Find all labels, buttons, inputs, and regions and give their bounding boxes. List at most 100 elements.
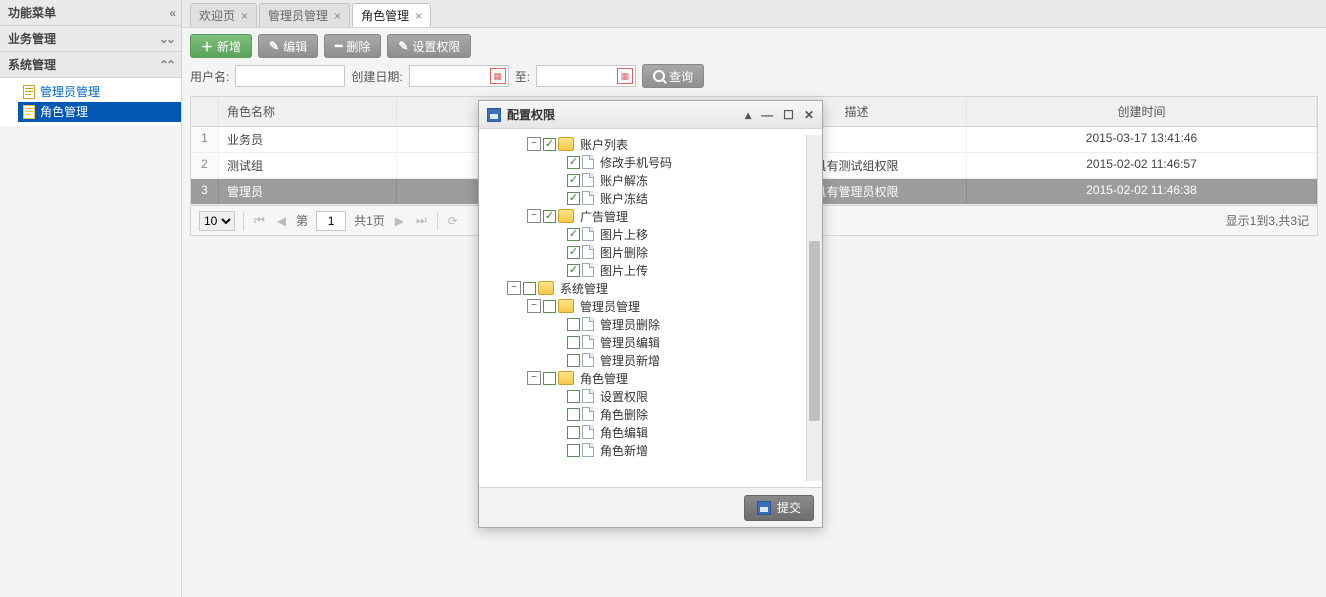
button-label: 查询 xyxy=(669,68,693,85)
sidebar-group-business[interactable]: 业务管理 ⌄⌄ xyxy=(0,26,181,52)
delete-button[interactable]: ━删除 xyxy=(324,34,381,58)
file-icon xyxy=(582,317,594,331)
page-size-select[interactable]: 10 xyxy=(199,211,235,231)
minus-icon: ━ xyxy=(335,39,342,53)
tree-label: 图片上传 xyxy=(600,262,648,279)
tree-label: 角色删除 xyxy=(600,406,648,423)
tab-welcome[interactable]: 欢迎页 × xyxy=(190,3,257,27)
sidebar-group-label: 业务管理 xyxy=(8,26,56,52)
permission-dialog: 配置权限 ▴ — ☐ ✕ −账户列表修改手机号码账户解冻账户冻结−广告管理图片上… xyxy=(478,100,823,528)
expand-toggle-icon[interactable]: − xyxy=(527,137,541,151)
refresh-button[interactable]: ⟳ xyxy=(446,214,460,228)
close-icon[interactable]: × xyxy=(415,9,422,23)
close-icon[interactable]: × xyxy=(334,9,341,23)
tree-node[interactable]: −账户列表 xyxy=(487,135,800,153)
tree-node[interactable]: 修改手机号码 xyxy=(487,153,800,171)
to-label: 至: xyxy=(515,68,530,85)
sidebar-group-system[interactable]: 系统管理 ⌃⌃ xyxy=(0,52,181,78)
checkbox[interactable] xyxy=(543,300,556,313)
tree-node[interactable]: 管理员编辑 xyxy=(487,333,800,351)
checkbox[interactable] xyxy=(567,444,580,457)
tab-role-mgmt[interactable]: 角色管理 × xyxy=(352,3,431,27)
file-icon xyxy=(582,173,594,187)
checkbox[interactable] xyxy=(567,408,580,421)
collapse-sidebar-icon[interactable]: « xyxy=(169,0,173,26)
tree-node[interactable]: 角色新增 xyxy=(487,441,800,459)
search-button[interactable]: 查询 xyxy=(642,64,704,88)
collapse-icon[interactable]: ▴ xyxy=(745,108,751,122)
expand-toggle-icon[interactable]: − xyxy=(527,371,541,385)
checkbox[interactable] xyxy=(567,354,580,367)
checkbox[interactable] xyxy=(567,264,580,277)
sidebar-tree: 管理员管理 角色管理 xyxy=(0,78,181,126)
checkbox[interactable] xyxy=(567,174,580,187)
sidebar-item-admin-mgmt[interactable]: 管理员管理 xyxy=(18,82,181,102)
tree-node[interactable]: 管理员新增 xyxy=(487,351,800,369)
folder-icon xyxy=(558,299,574,313)
tab-label: 管理员管理 xyxy=(268,7,328,24)
maximize-icon[interactable]: ☐ xyxy=(783,108,794,122)
tree-node[interactable]: 设置权限 xyxy=(487,387,800,405)
checkbox[interactable] xyxy=(567,228,580,241)
tree-node[interactable]: 账户冻结 xyxy=(487,189,800,207)
expand-toggle-icon[interactable]: − xyxy=(507,281,521,295)
chevron-down-icon: ⌄⌄ xyxy=(159,26,173,52)
close-icon[interactable]: ✕ xyxy=(804,108,814,122)
scroll-thumb[interactable] xyxy=(809,241,820,421)
scrollbar[interactable] xyxy=(806,135,822,481)
col-created[interactable]: 创建时间 xyxy=(967,97,1317,126)
dialog-titlebar[interactable]: 配置权限 ▴ — ☐ ✕ xyxy=(479,101,822,129)
checkbox[interactable] xyxy=(523,282,536,295)
checkbox[interactable] xyxy=(543,210,556,223)
tree-node[interactable]: 角色删除 xyxy=(487,405,800,423)
checkbox[interactable] xyxy=(543,138,556,151)
tree-node[interactable]: 图片上传 xyxy=(487,261,800,279)
tree-node[interactable]: 管理员删除 xyxy=(487,315,800,333)
prev-page-button[interactable]: ◀ xyxy=(275,214,288,228)
tree-node[interactable]: 账户解冻 xyxy=(487,171,800,189)
minimize-icon[interactable]: — xyxy=(761,108,773,122)
expand-toggle-icon[interactable]: − xyxy=(527,209,541,223)
sidebar-item-role-mgmt[interactable]: 角色管理 xyxy=(18,102,181,122)
tree-label: 角色编辑 xyxy=(600,424,648,441)
row-index: 2 xyxy=(191,153,219,178)
tree-node[interactable]: 图片删除 xyxy=(487,243,800,261)
tree-node[interactable]: −管理员管理 xyxy=(487,297,800,315)
set-permission-button[interactable]: ✎设置权限 xyxy=(387,34,471,58)
checkbox[interactable] xyxy=(567,192,580,205)
dialog-footer: 提交 xyxy=(479,487,822,527)
tree-node[interactable]: −广告管理 xyxy=(487,207,800,225)
checkbox[interactable] xyxy=(567,318,580,331)
checkbox[interactable] xyxy=(567,246,580,259)
checkbox[interactable] xyxy=(567,336,580,349)
calendar-icon[interactable]: ▦ xyxy=(617,68,633,84)
file-icon xyxy=(582,389,594,403)
page-input[interactable] xyxy=(316,211,346,231)
username-input[interactable] xyxy=(235,65,345,87)
add-button[interactable]: ＋新增 xyxy=(190,34,252,58)
folder-icon xyxy=(558,371,574,385)
cell-created: 2015-02-02 11:46:57 xyxy=(967,153,1317,178)
tab-admin-mgmt[interactable]: 管理员管理 × xyxy=(259,3,350,27)
checkbox[interactable] xyxy=(567,390,580,403)
tree-node[interactable]: −角色管理 xyxy=(487,369,800,387)
checkbox[interactable] xyxy=(567,426,580,439)
tree-node[interactable]: −系统管理 xyxy=(487,279,800,297)
checkbox[interactable] xyxy=(543,372,556,385)
first-page-button[interactable]: ⏮ xyxy=(252,213,267,228)
tree-node[interactable]: 角色编辑 xyxy=(487,423,800,441)
submit-button[interactable]: 提交 xyxy=(744,495,814,521)
last-page-button[interactable]: ⏭ xyxy=(414,213,429,228)
tree-node[interactable]: 图片上移 xyxy=(487,225,800,243)
next-page-button[interactable]: ▶ xyxy=(393,214,406,228)
checkbox[interactable] xyxy=(567,156,580,169)
calendar-icon[interactable]: ▦ xyxy=(490,68,506,84)
close-icon[interactable]: × xyxy=(241,9,248,23)
file-icon xyxy=(582,227,594,241)
col-name[interactable]: 角色名称 xyxy=(219,97,397,126)
col-index xyxy=(191,97,219,126)
toolbar: ＋新增 ✎编辑 ━删除 ✎设置权限 xyxy=(182,28,1326,64)
pencil-icon: ✎ xyxy=(398,39,408,53)
expand-toggle-icon[interactable]: − xyxy=(527,299,541,313)
edit-button[interactable]: ✎编辑 xyxy=(258,34,318,58)
